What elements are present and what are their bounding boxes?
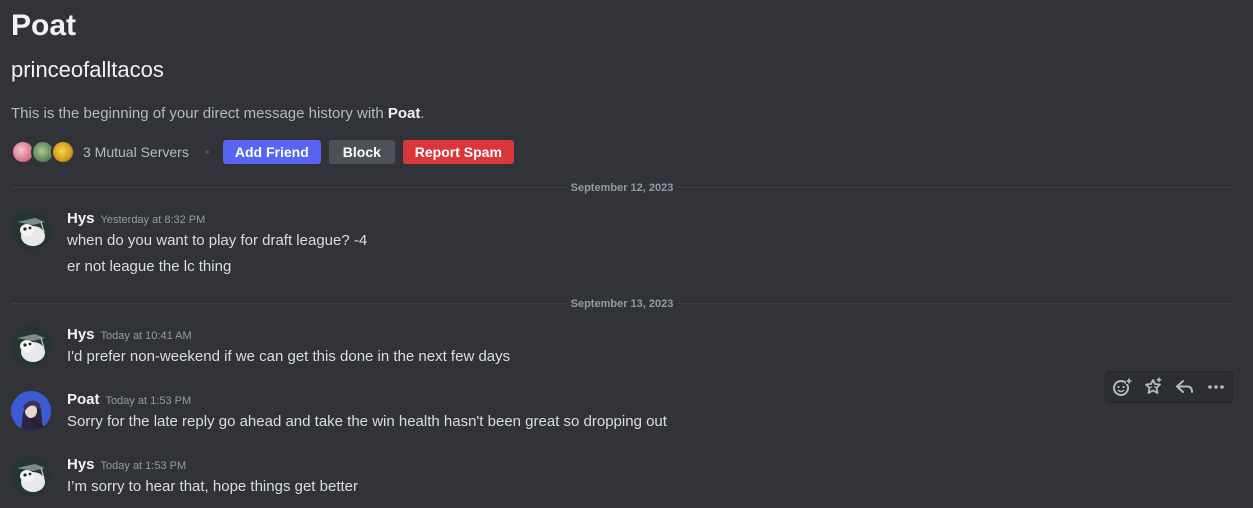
message-header: Poat Today at 1:53 PM bbox=[67, 391, 191, 409]
message-author[interactable]: Hys bbox=[67, 210, 95, 227]
dot-separator bbox=[204, 150, 209, 154]
message-author[interactable]: Poat bbox=[67, 391, 100, 408]
message-timestamp[interactable]: Yesterday at 8:32 PM bbox=[101, 214, 206, 226]
message-timestamp[interactable]: Today at 10:41 AM bbox=[101, 330, 192, 342]
message-header: Hys Today at 10:41 AM bbox=[67, 326, 192, 344]
dm-channel: Poat princeofalltacos This is the beginn… bbox=[0, 0, 1253, 508]
dm-username: princeofalltacos bbox=[11, 57, 164, 82]
more-icon[interactable] bbox=[1204, 375, 1228, 399]
intro-name: Poat bbox=[387, 105, 421, 122]
super-reaction-icon[interactable] bbox=[1141, 375, 1165, 399]
dm-intro-text: This is the beginning of your direct mes… bbox=[11, 104, 425, 124]
dm-actions-row: 3 Mutual Servers Add Friend Block Report… bbox=[11, 140, 522, 164]
message-timestamp[interactable]: Today at 1:53 PM bbox=[106, 395, 192, 407]
mutual-server-icons[interactable] bbox=[11, 140, 77, 164]
add-friend-button[interactable]: Add Friend bbox=[222, 140, 321, 164]
reply-icon[interactable] bbox=[1173, 375, 1197, 399]
message-content: I’m sorry to hear that, hope things get … bbox=[67, 478, 358, 495]
message-header: Hys Today at 1:53 PM bbox=[67, 456, 186, 474]
mutual-server-icon bbox=[51, 140, 75, 164]
date-divider: September 12, 2023 bbox=[11, 182, 1233, 194]
intro-suffix: . bbox=[420, 105, 425, 122]
block-button[interactable]: Block bbox=[328, 140, 395, 164]
avatar[interactable] bbox=[11, 456, 51, 496]
message-timestamp[interactable]: Today at 1:53 PM bbox=[101, 460, 187, 472]
message-hover-toolbar bbox=[1105, 371, 1233, 403]
avatar[interactable] bbox=[11, 210, 51, 250]
message-content: I'd prefer non-weekend if we can get thi… bbox=[67, 348, 511, 365]
message-header: Hys Yesterday at 8:32 PM bbox=[67, 210, 205, 228]
message-author[interactable]: Hys bbox=[67, 326, 95, 343]
message-author[interactable]: Hys bbox=[67, 456, 95, 473]
report-spam-button[interactable]: Report Spam bbox=[402, 140, 514, 164]
dm-display-name: Poat bbox=[11, 9, 77, 42]
mutual-servers-link[interactable]: 3 Mutual Servers bbox=[83, 144, 189, 160]
date-divider: September 13, 2023 bbox=[11, 298, 1233, 310]
date-divider-label: September 13, 2023 bbox=[566, 298, 678, 310]
add-reaction-icon[interactable] bbox=[1110, 375, 1134, 399]
message-content: when do you want to play for draft leagu… bbox=[67, 232, 368, 249]
intro-prefix: This is the beginning of your direct mes… bbox=[11, 105, 388, 122]
avatar[interactable] bbox=[11, 391, 51, 431]
avatar[interactable] bbox=[11, 326, 51, 366]
message-content: Sorry for the late reply go ahead and ta… bbox=[67, 413, 667, 430]
date-divider-label: September 12, 2023 bbox=[566, 182, 678, 194]
message-content: er not league the lc thing bbox=[67, 258, 232, 275]
